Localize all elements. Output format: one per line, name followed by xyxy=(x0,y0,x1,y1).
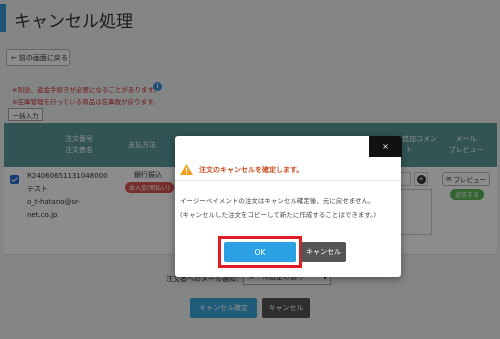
close-icon[interactable]: × xyxy=(369,136,402,157)
dialog-note: (キャンセルした注文をコピーして新たに作成することはできます。) xyxy=(180,211,376,219)
warning-icon xyxy=(180,164,193,175)
ok-button[interactable]: OK xyxy=(224,242,296,262)
dialog-cancel-button[interactable]: キャンセル xyxy=(301,242,346,262)
dialog-title: 注文のキャンセルを確定します。 xyxy=(199,166,304,174)
dialog-message: イージーペイメントの注文はキャンセル確定後、元に戻せません。 xyxy=(180,197,375,205)
